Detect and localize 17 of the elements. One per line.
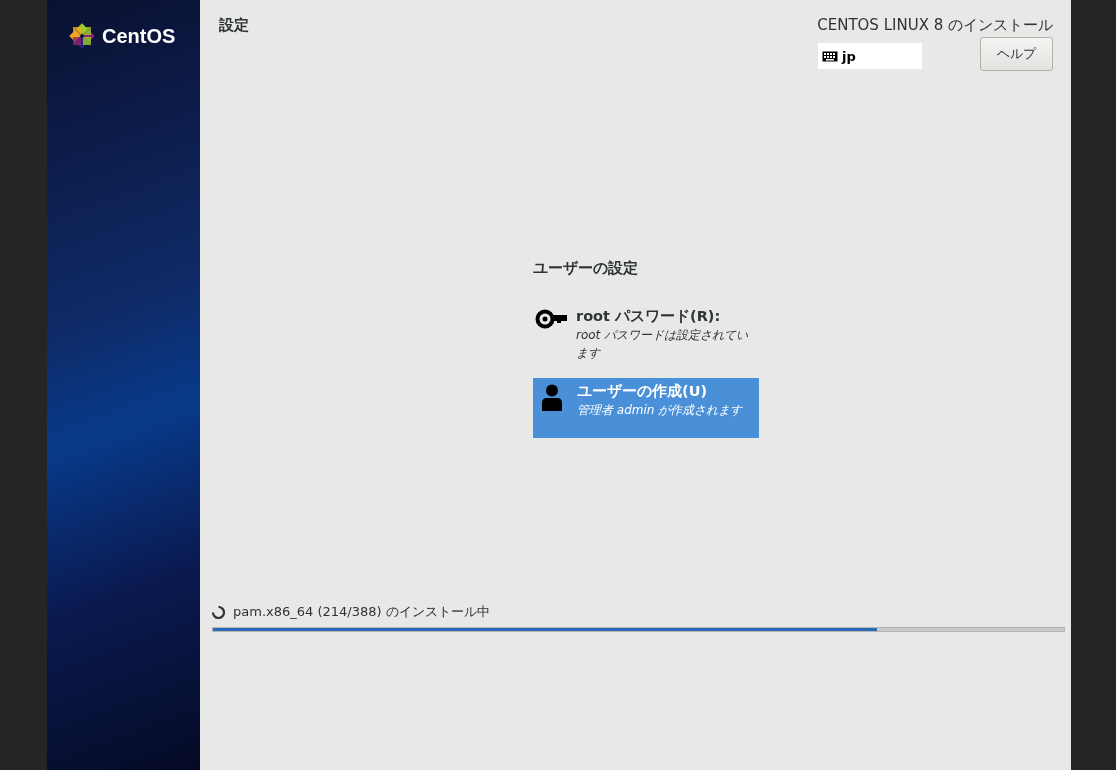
keyboard-icon [822, 50, 838, 62]
key-icon [535, 309, 568, 329]
spoke-title: ユーザーの作成(U) [577, 382, 709, 401]
settings-spoke[interactable]: root パスワード(R): root パスワードは設定されています [533, 303, 759, 366]
spoke-status: 管理者 admin が作成されます [577, 402, 743, 419]
user-icon [541, 384, 563, 411]
section-title: ユーザーの設定 [533, 259, 639, 278]
progress-message: pam.x86_64 (214/388) のインストール中 [233, 603, 490, 621]
logo-text: CentOS [102, 24, 176, 48]
page-title: 設定 [219, 16, 249, 36]
logo-icon [67, 21, 97, 51]
product-title: CENTOS LINUX 8 のインストール [817, 16, 1053, 35]
help-button[interactable]: ヘルプ [980, 37, 1053, 71]
spinner-icon [212, 605, 225, 619]
spoke-title: root パスワード(R): [576, 307, 722, 326]
keyboard-layout-indicator[interactable]: jp [818, 43, 922, 69]
spoke-status: root パスワードは設定されています [576, 327, 750, 362]
